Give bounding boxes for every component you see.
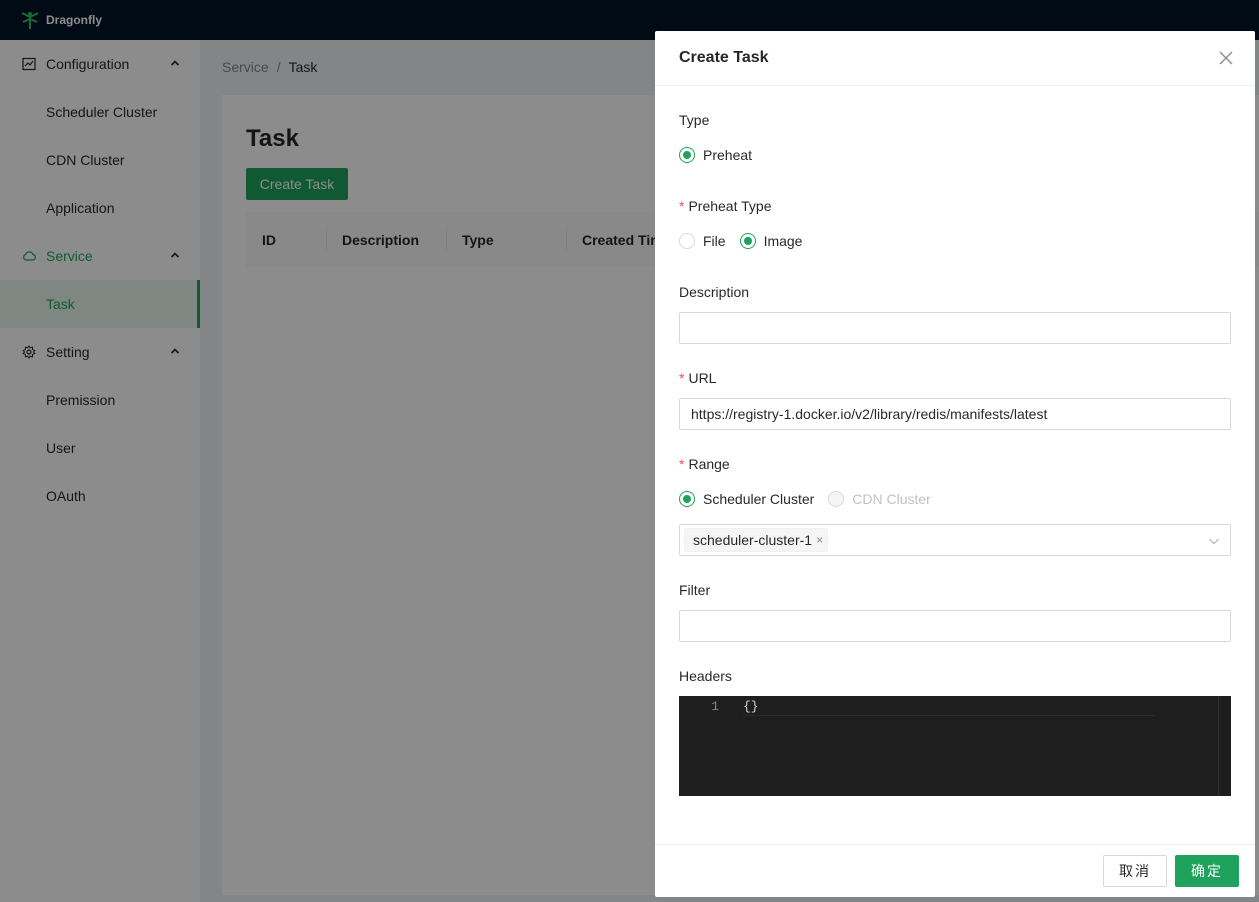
radio-label: Preheat	[703, 147, 753, 163]
type-radio-group: Preheat	[679, 147, 766, 163]
radio-label: File	[703, 233, 726, 249]
chevron-down-icon[interactable]	[1208, 535, 1220, 547]
create-task-modal: Create Task Type Preheat * Preheat Type F…	[655, 31, 1255, 897]
preheat-type-label: * Preheat Type	[679, 198, 772, 214]
radio-disabled-icon	[828, 491, 845, 507]
radio-cdn-cluster: CDN Cluster	[828, 491, 931, 507]
range-label: * Range	[679, 456, 730, 472]
headers-label: Headers	[679, 668, 732, 684]
cancel-button[interactable]: 取消	[1103, 855, 1167, 887]
radio-label: CDN Cluster	[852, 491, 931, 507]
radio-checked-icon	[679, 491, 695, 507]
radio-checked-icon	[679, 147, 695, 163]
radio-scheduler-cluster[interactable]: Scheduler Cluster	[679, 491, 814, 507]
modal-title: Create Task	[679, 49, 769, 66]
radio-image[interactable]: Image	[739, 233, 803, 249]
radio-label: Scheduler Cluster	[703, 491, 815, 507]
close-icon[interactable]	[1219, 51, 1233, 65]
range-label-text: Range	[688, 456, 730, 472]
radio-checked-icon	[739, 233, 756, 249]
headers-code-editor[interactable]: 1 {}	[679, 696, 1231, 796]
tag-remove-icon[interactable]: ×	[816, 533, 823, 547]
ok-button[interactable]: 确定	[1175, 855, 1239, 887]
description-input[interactable]	[679, 312, 1231, 344]
code-line: {}	[743, 699, 1155, 716]
filter-input[interactable]	[679, 610, 1231, 642]
editor-scrollbar[interactable]	[1218, 696, 1219, 796]
url-label-text: URL	[688, 370, 717, 386]
preheat-type-radio-group: File Image	[679, 233, 816, 249]
radio-file[interactable]: File	[679, 233, 726, 249]
url-input[interactable]	[679, 398, 1231, 430]
radio-preheat[interactable]: Preheat	[679, 147, 752, 163]
radio-unchecked-icon	[679, 233, 695, 249]
scheduler-cluster-select[interactable]: scheduler-cluster-1 ×	[679, 524, 1231, 556]
type-label: Type	[679, 112, 710, 128]
tag-label: scheduler-cluster-1	[693, 532, 813, 548]
url-label: * URL	[679, 370, 717, 386]
modal-header: Create Task	[655, 31, 1255, 86]
radio-label: Image	[763, 233, 803, 249]
line-number: 1	[711, 699, 719, 714]
range-radio-group: Scheduler Cluster CDN Cluster	[679, 491, 945, 507]
modal-footer: 取消 确定	[655, 844, 1255, 897]
selected-cluster-tag: scheduler-cluster-1 ×	[684, 528, 829, 552]
filter-label: Filter	[679, 582, 711, 598]
description-label: Description	[679, 284, 750, 300]
preheat-type-label-text: Preheat Type	[688, 198, 772, 214]
